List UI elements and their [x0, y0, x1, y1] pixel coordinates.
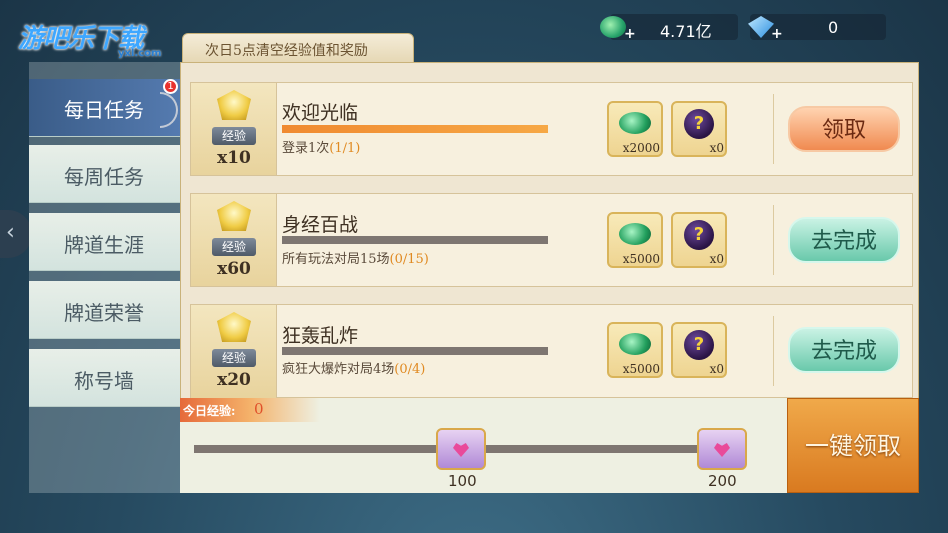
task-count: (1/1) [329, 141, 361, 156]
task-screen: 游吧乐下载 yxl.com 次日5点清空经验值和奖励 + 4.71亿 + 0 ‹… [0, 0, 948, 533]
divider [773, 205, 774, 275]
tab-title-wall-label: 称号墙 [74, 369, 134, 393]
jade-amount: 4.71亿 [660, 22, 712, 41]
reward-jade-qty: x5000 [622, 252, 660, 266]
claim-all-label: 一键领取 [805, 432, 901, 460]
exp-amount: x20 [217, 370, 251, 390]
today-exp-label: 今日经验: [183, 404, 236, 418]
mystery-orb-icon: ? [684, 330, 714, 360]
reward-mystery-qty: x0 [709, 141, 724, 155]
milestone-200-label: 200 [708, 472, 737, 490]
mystery-orb-icon: ? [684, 220, 714, 250]
tab-daily-tasks-label: 每日任务 [64, 98, 144, 122]
watermark-url: yxl.com [118, 48, 162, 59]
reward-jade-qty: x5000 [622, 362, 660, 376]
add-jade-icon[interactable]: + [624, 26, 636, 42]
reward-jade-qty: x2000 [622, 141, 660, 155]
jade-icon [619, 333, 651, 355]
task-progress-bar [282, 236, 548, 244]
exp-amount: x10 [217, 148, 251, 168]
task-title: 狂轰乱炸 [282, 325, 359, 347]
exp-tag: 经验 [212, 238, 256, 256]
task-desc-text: 登录1次 [282, 141, 330, 156]
task-desc-text: 所有玩法对局15场 [282, 252, 390, 267]
go-complete-button[interactable]: 去完成 [788, 217, 900, 263]
add-diamond-icon[interactable]: + [771, 26, 783, 42]
claim-button[interactable]: 领取 [788, 106, 900, 152]
today-exp-value: 0 [254, 400, 264, 418]
divider [773, 316, 774, 386]
divider [773, 94, 774, 164]
task-description: 登录1次(1/1) [282, 137, 360, 156]
exp-tag: 经验 [212, 349, 256, 367]
chevron-left-icon[interactable]: ‹ [6, 220, 15, 245]
exp-tag: 经验 [212, 127, 256, 145]
jade-icon [619, 223, 651, 245]
task-description: 疯狂大爆炸对局4场(0/4) [282, 358, 425, 377]
task-progress-bar [282, 347, 548, 355]
diamond-amount: 0 [828, 18, 839, 37]
notification-badge: 1 [163, 79, 178, 94]
jade-coin-icon[interactable] [600, 16, 626, 38]
milestone-100-label: 100 [448, 472, 477, 490]
task-title: 身经百战 [282, 214, 359, 236]
tab-honor-label: 牌道荣誉 [64, 301, 144, 325]
go-complete-button[interactable]: 去完成 [788, 327, 900, 373]
task-count: (0/15) [389, 252, 429, 267]
task-progress-fill [282, 125, 548, 133]
task-progress-bar [282, 125, 548, 133]
exp-amount: x60 [217, 259, 251, 279]
reward-mystery-qty: x0 [709, 252, 724, 266]
jade-icon [619, 112, 651, 134]
reset-notice: 次日5点清空经验值和奖励 [205, 43, 368, 59]
task-count: (0/4) [394, 362, 426, 377]
reward-mystery-qty: x0 [709, 362, 724, 376]
task-description: 所有玩法对局15场(0/15) [282, 248, 429, 267]
mystery-orb-icon: ? [684, 109, 714, 139]
task-desc-text: 疯狂大爆炸对局4场 [282, 362, 395, 377]
tab-weekly-tasks-label: 每周任务 [64, 165, 144, 189]
back-handle[interactable] [0, 210, 32, 258]
task-title: 欢迎光临 [282, 102, 359, 124]
tab-career-label: 牌道生涯 [64, 233, 144, 257]
